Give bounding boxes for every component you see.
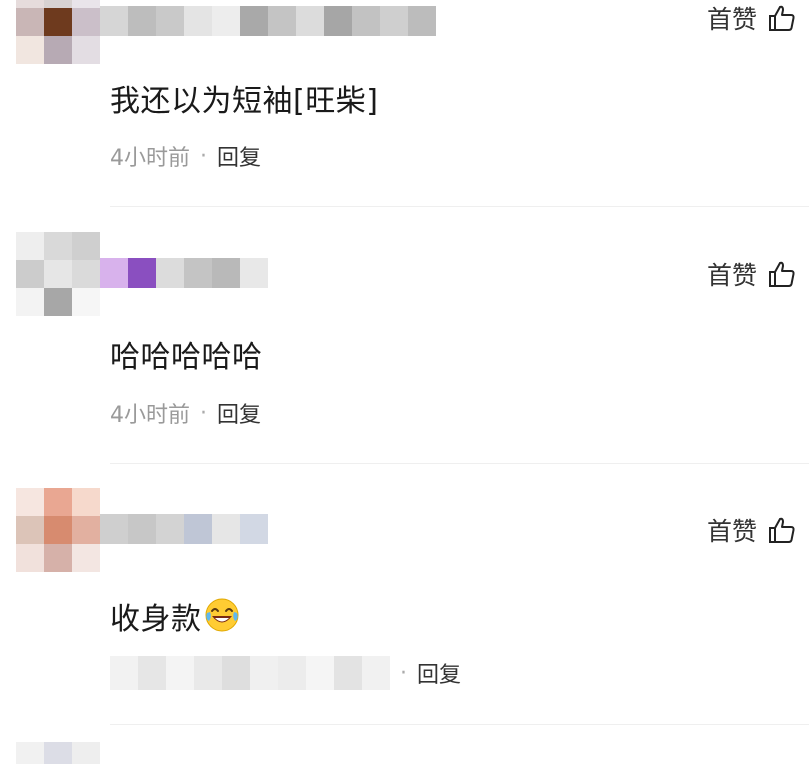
username[interactable] xyxy=(100,258,268,288)
divider xyxy=(110,724,809,725)
like-button[interactable]: 首赞 xyxy=(707,256,797,292)
username[interactable] xyxy=(100,6,436,36)
like-label: 首赞 xyxy=(706,517,757,546)
comment-time xyxy=(110,656,390,690)
like-label: 首赞 xyxy=(706,261,757,290)
like-button[interactable]: 首赞 xyxy=(707,0,797,36)
comment-text: 哈哈哈哈哈 xyxy=(110,340,263,375)
avatar[interactable] xyxy=(16,488,100,572)
avatar[interactable] xyxy=(16,0,100,64)
comment-text-row: 收身款 xyxy=(110,594,240,638)
username[interactable] xyxy=(100,514,268,544)
like-button[interactable]: 首赞 xyxy=(707,512,797,548)
thumbs-up-icon xyxy=(769,261,795,287)
comment-text: 收身款 xyxy=(110,602,202,637)
reply-button[interactable]: 回复 xyxy=(217,397,261,429)
separator-dot: · xyxy=(200,400,207,426)
avatar[interactable] xyxy=(16,742,100,764)
like-label: 首赞 xyxy=(706,5,757,34)
laughing-tears-emoji-icon xyxy=(205,598,238,632)
comment-meta: 4小时前 · 回复 xyxy=(110,140,261,172)
thumbs-up-icon xyxy=(769,517,795,543)
comment-meta: 4小时前 · 回复 xyxy=(110,397,261,429)
comment-time: 4小时前 xyxy=(110,146,190,171)
comment-text: 我还以为短袖[旺柴] xyxy=(110,84,379,119)
thumbs-up-icon xyxy=(769,5,795,31)
avatar[interactable] xyxy=(16,232,100,316)
reply-button[interactable]: 回复 xyxy=(217,140,261,172)
comment-meta: · 回复 xyxy=(110,656,461,690)
comment-time: 4小时前 xyxy=(110,403,190,428)
reply-button[interactable]: 回复 xyxy=(417,657,461,689)
separator-dot: · xyxy=(400,660,407,686)
divider xyxy=(110,463,809,464)
divider xyxy=(110,206,809,207)
separator-dot: · xyxy=(200,143,207,169)
